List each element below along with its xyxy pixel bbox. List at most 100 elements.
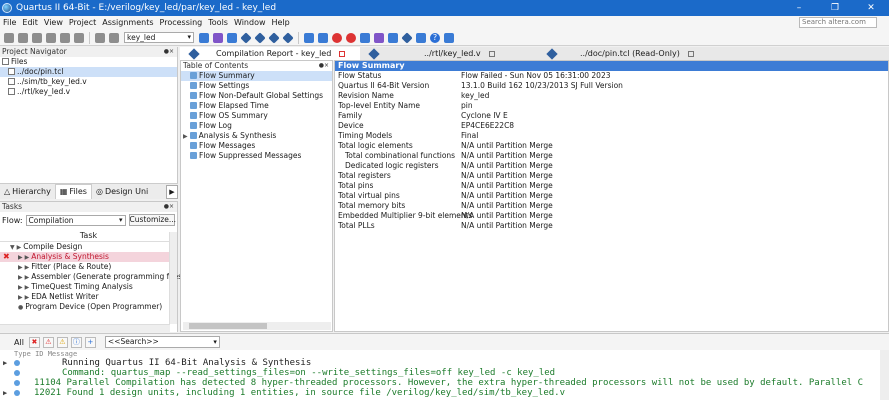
undo-icon[interactable] [95, 32, 105, 43]
messages-scrollbar-vertical[interactable] [880, 350, 889, 400]
menu-file[interactable]: File [0, 16, 19, 30]
close-button[interactable]: ✕ [853, 0, 889, 16]
task-item[interactable]: ▼ ▶ Compile Design [0, 242, 177, 252]
redo-icon[interactable] [109, 32, 119, 43]
message-line[interactable]: ▶ Running Quartus II 64-Bit Analysis & Sy… [0, 358, 889, 368]
task-item[interactable]: ▶ ▶ EDA Netlist Writer [0, 292, 177, 302]
toc-item[interactable]: Flow Messages [181, 141, 332, 151]
minimize-button[interactable]: – [781, 0, 817, 16]
menu-tools[interactable]: Tools [205, 16, 231, 30]
search-help-icon[interactable] [444, 32, 454, 43]
revision-select[interactable]: key_led [124, 32, 194, 43]
error-filter-icon[interactable]: ✖ [28, 336, 40, 348]
summary-row: Total registers N/A until Partition Merge [338, 171, 553, 180]
error-icon: ✖ [3, 252, 10, 261]
tab-scroll-right[interactable]: ▶ [166, 184, 178, 199]
chip-planner-icon[interactable] [227, 32, 237, 43]
file-item[interactable]: ../doc/pin.tcl [0, 67, 177, 77]
task-item[interactable]: ▶ ▶ Fitter (Place & Route) [0, 262, 177, 272]
timing-icon[interactable] [346, 32, 356, 43]
task-item[interactable]: ● Program Device (Open Programmer) [0, 302, 177, 312]
main-toolbar: key_led ? [0, 30, 889, 46]
stop-icon[interactable] [332, 32, 342, 43]
project-icon[interactable] [199, 32, 209, 43]
menu-bar: File Edit View Project Assignments Proce… [0, 16, 889, 30]
menu-help[interactable]: Help [269, 16, 293, 30]
task-item[interactable]: ▶ ▶ Assembler (Generate programming files [0, 272, 182, 282]
critical-warning-filter-icon[interactable]: ⚠ [42, 336, 54, 348]
toc-item[interactable]: Flow OS Summary [181, 111, 332, 121]
toc-scrollbar-horizontal[interactable] [183, 322, 331, 330]
task-scrollbar-vertical[interactable] [169, 232, 177, 324]
search-input[interactable]: Search altera.com [799, 17, 877, 28]
toc-item[interactable]: Flow Log [181, 121, 332, 131]
menu-view[interactable]: View [41, 16, 66, 30]
tab-design-units[interactable]: ◎ Design Uni [92, 185, 152, 199]
close-tab-icon[interactable] [488, 50, 495, 57]
report-icon[interactable] [401, 31, 413, 44]
info-filter-icon[interactable]: ⓘ [70, 336, 82, 348]
menu-project[interactable]: Project [66, 16, 99, 30]
paste-icon[interactable] [74, 32, 84, 43]
toc-item[interactable]: Flow Settings [181, 81, 332, 91]
toc-item[interactable]: Flow Summary [181, 71, 332, 81]
files-root[interactable]: Files [0, 57, 177, 67]
task-item[interactable]: ✖ ▶ ▶ Analysis & Synthesis [0, 252, 177, 262]
toc-item[interactable]: Flow Elapsed Time [181, 101, 332, 111]
table-icon [190, 112, 197, 119]
rtl-viewer-icon[interactable] [360, 32, 370, 43]
message-line[interactable]: Command: quartus_map --read_settings_fil… [0, 368, 889, 378]
expand-icon[interactable]: ▶ [183, 133, 188, 140]
tab-key-led-v[interactable]: ../rtl/key_led.v [360, 47, 538, 60]
message-line[interactable]: ▶ 12021 Found 1 design units, including 1… [0, 388, 889, 398]
menu-processing[interactable]: Processing [157, 16, 206, 30]
analysis-icon[interactable] [254, 31, 266, 44]
save-icon[interactable] [32, 32, 42, 43]
help-icon[interactable]: ? [430, 32, 440, 43]
compile-icon[interactable] [240, 31, 252, 44]
close-tab-icon[interactable] [687, 50, 694, 57]
pin-icon[interactable]: ●× [164, 47, 174, 57]
customize-button[interactable]: Customize... [128, 214, 176, 226]
toc-item[interactable]: Flow Non-Default Global Settings [181, 91, 332, 101]
tab-files[interactable]: ▦ Files [54, 184, 92, 199]
maximize-button[interactable]: ❐ [817, 0, 853, 16]
message-search-input[interactable]: <<Search>> [104, 336, 220, 348]
toc-item[interactable]: Flow Suppressed Messages [181, 151, 332, 161]
info-icon [14, 370, 20, 376]
message-line[interactable]: 11104 Parallel Compilation has detected … [0, 378, 889, 388]
pin-planner-icon[interactable] [374, 32, 384, 43]
menu-assignments[interactable]: Assignments [99, 16, 156, 30]
new-file-icon[interactable] [4, 32, 14, 43]
suppressed-filter-icon[interactable]: + [84, 336, 96, 348]
programmer-icon[interactable] [388, 32, 398, 43]
pin-icon[interactable]: ●× [319, 61, 329, 71]
task-scrollbar-horizontal[interactable] [0, 324, 170, 332]
copy-icon[interactable] [60, 32, 70, 43]
assembler-icon[interactable] [282, 31, 294, 44]
tab-compilation-report[interactable]: Compilation Report - key_led [180, 47, 360, 60]
netlist-icon[interactable] [318, 32, 328, 43]
settings-icon[interactable] [213, 32, 223, 43]
menu-window[interactable]: Window [231, 16, 269, 30]
fitter-icon[interactable] [268, 31, 280, 44]
file-item[interactable]: ../sim/tb_key_led.v [0, 77, 177, 87]
chip-icon[interactable] [416, 32, 426, 43]
close-tab-icon[interactable] [339, 50, 346, 57]
cut-icon[interactable] [46, 32, 56, 43]
file-item[interactable]: ../rtl/key_led.v [0, 87, 177, 97]
toc-item[interactable]: ▶ Analysis & Synthesis [181, 131, 332, 141]
info-icon [14, 390, 20, 396]
filter-all-button[interactable]: All [12, 338, 26, 347]
pin-icon[interactable]: ●× [164, 202, 174, 212]
menu-edit[interactable]: Edit [19, 16, 41, 30]
tab-hierarchy[interactable]: △ Hierarchy [0, 185, 55, 199]
file-icon [8, 68, 15, 75]
warning-filter-icon[interactable]: ⚠ [56, 336, 68, 348]
open-file-icon[interactable] [18, 32, 28, 43]
flow-select[interactable]: Compilation [25, 214, 126, 226]
tab-pin-tcl[interactable]: ../doc/pin.tcl (Read-Only) [538, 47, 708, 60]
task-item[interactable]: ▶ ▶ TimeQuest Timing Analysis [0, 282, 177, 292]
scroll-thumb[interactable] [189, 323, 267, 329]
start-icon[interactable] [304, 32, 314, 43]
